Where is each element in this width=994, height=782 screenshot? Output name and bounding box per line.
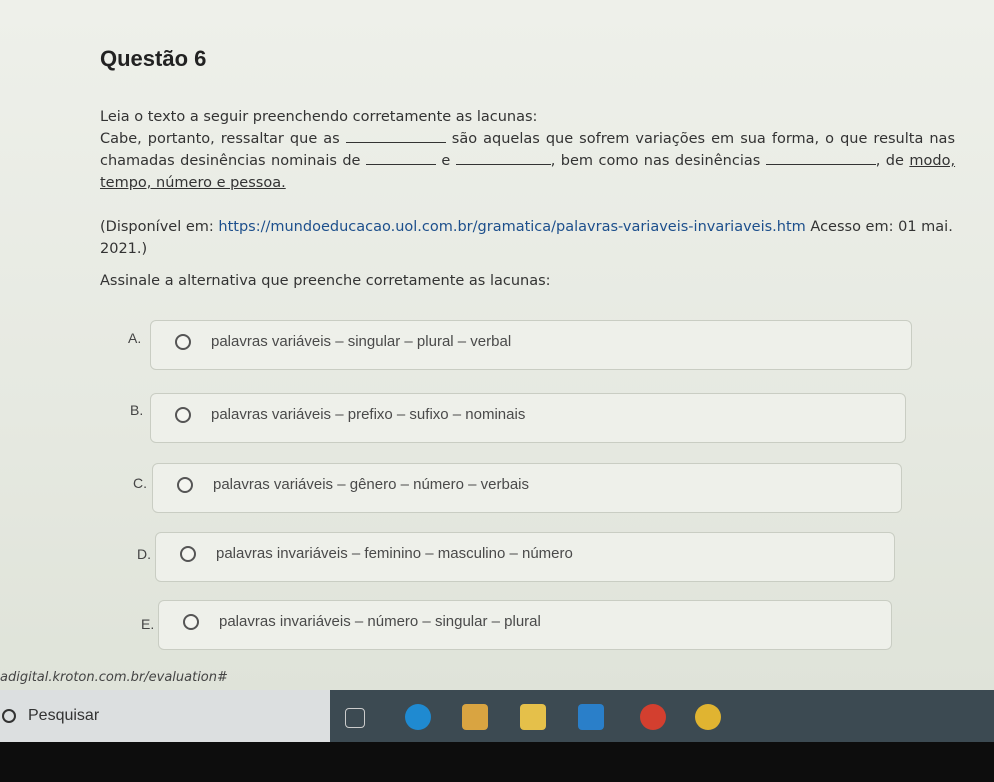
para-part-5: , de [875, 153, 904, 169]
edge-browser-icon[interactable] [405, 704, 431, 730]
question-title: Questão 6 [100, 46, 207, 71]
chrome-icon-2[interactable] [695, 704, 721, 730]
option-b[interactable]: palavras variáveis – prefixo – sufixo – … [150, 393, 906, 443]
option-e[interactable]: palavras invariáveis – número – singular… [158, 600, 892, 650]
task-view-icon[interactable] [345, 708, 365, 728]
radio-icon[interactable] [180, 546, 196, 562]
option-e-label: palavras invariáveis – número – singular… [219, 613, 541, 630]
search-icon [2, 709, 16, 723]
radio-icon[interactable] [183, 614, 199, 630]
option-d-label: palavras invariáveis – feminino – mascul… [216, 545, 573, 562]
taskbar-search[interactable]: Pesquisar [0, 690, 330, 742]
option-a[interactable]: palavras variáveis – singular – plural –… [150, 320, 912, 370]
option-c-label: palavras variáveis – gênero – número – v… [213, 476, 530, 493]
question-intro: Leia o texto a seguir preenchendo corret… [100, 109, 538, 125]
option-a-label: palavras variáveis – singular – plural –… [211, 333, 512, 350]
question-page: Questão 6 Leia o texto a seguir preenche… [0, 0, 994, 690]
radio-icon[interactable] [175, 407, 191, 423]
taskbar: Pesquisar [0, 690, 994, 742]
file-explorer-icon[interactable] [462, 704, 488, 730]
source-prefix: (Disponível em: [100, 219, 214, 235]
blank-4 [765, 150, 876, 165]
question-prompt: Assinale a alternativa que preenche corr… [100, 273, 551, 289]
para-part-3: e [441, 153, 451, 169]
status-bar-url: adigital.kroton.com.br/evaluation# [0, 670, 228, 685]
mail-icon[interactable] [578, 704, 604, 730]
blank-1 [345, 128, 446, 143]
search-label: Pesquisar [28, 707, 100, 724]
question-paragraph: Cabe, portanto, ressaltar que as são aqu… [100, 128, 955, 194]
screen-bezel [0, 742, 994, 782]
store-icon[interactable] [520, 704, 546, 730]
question-source: (Disponível em: https://mundoeducacao.uo… [100, 216, 955, 260]
blank-2 [365, 150, 436, 165]
option-e-letter: E. [141, 616, 155, 632]
option-b-letter: B. [130, 402, 144, 418]
source-link[interactable]: https://mundoeducacao.uol.com.br/gramati… [218, 219, 805, 235]
para-part-1: Cabe, portanto, ressaltar que as [100, 131, 340, 147]
option-c-letter: C. [133, 475, 147, 491]
option-d[interactable]: palavras invariáveis – feminino – mascul… [155, 532, 895, 582]
para-part-4: , bem como nas desinências [550, 153, 761, 169]
option-d-letter: D. [137, 546, 151, 562]
chrome-icon[interactable] [640, 704, 666, 730]
radio-icon[interactable] [177, 477, 193, 493]
blank-3 [455, 150, 551, 165]
option-b-label: palavras variáveis – prefixo – sufixo – … [211, 406, 526, 423]
radio-icon[interactable] [175, 334, 191, 350]
option-a-letter: A. [128, 330, 142, 346]
option-c[interactable]: palavras variáveis – gênero – número – v… [152, 463, 902, 513]
